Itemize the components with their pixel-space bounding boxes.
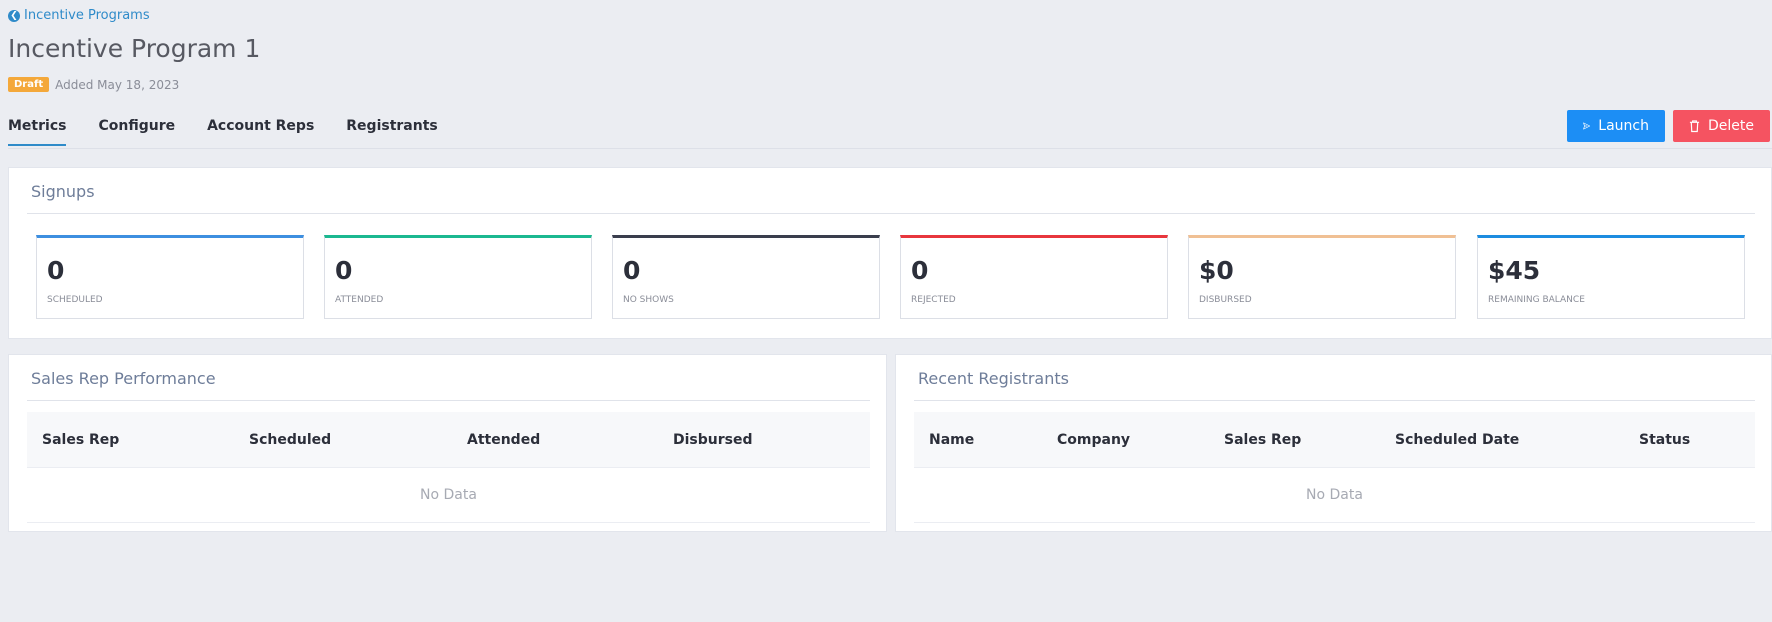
tab-bar: Metrics Configure Account Reps Registran… (8, 118, 438, 146)
added-date: Added May 18, 2023 (55, 77, 180, 92)
signups-panel: Signups 0 SCHEDULED 0 ATTENDED 0 NO SHOW… (8, 167, 1772, 339)
page-title: Incentive Program 1 (8, 34, 261, 63)
panel-divider (27, 213, 1755, 214)
tab-divider (8, 148, 1772, 149)
stat-label: REJECTED (911, 295, 956, 305)
column-header-company[interactable]: Company (1057, 432, 1130, 448)
signups-title: Signups (31, 182, 95, 201)
stat-label: REMAINING BALANCE (1488, 295, 1585, 305)
empty-state: No Data (914, 468, 1755, 523)
table-header: Name Company Sales Rep Scheduled Date St… (914, 412, 1755, 468)
stat-value: 0 (47, 256, 65, 285)
stat-card-attended: 0 ATTENDED (324, 235, 592, 319)
tab-configure[interactable]: Configure (98, 118, 175, 146)
stat-value: $45 (1488, 256, 1541, 285)
recent-registrants-title: Recent Registrants (918, 369, 1069, 388)
stat-card-remaining-balance: $45 REMAINING BALANCE (1477, 235, 1745, 319)
table-header: Sales Rep Scheduled Attended Disbursed (27, 412, 870, 468)
sales-rep-performance-title: Sales Rep Performance (31, 369, 216, 388)
stat-card-no-shows: 0 NO SHOWS (612, 235, 880, 319)
stat-label: DISBURSED (1199, 295, 1252, 305)
column-header-sales-rep[interactable]: Sales Rep (42, 432, 119, 448)
send-icon (1583, 122, 1591, 130)
trash-icon (1689, 120, 1700, 133)
delete-label: Delete (1708, 118, 1754, 134)
panel-divider (27, 400, 870, 401)
meta-row: Draft Added May 18, 2023 (8, 77, 179, 92)
launch-button[interactable]: Launch (1567, 110, 1665, 142)
recent-registrants-panel: Recent Registrants Name Company Sales Re… (895, 354, 1772, 532)
stat-value: 0 (623, 256, 641, 285)
column-header-status[interactable]: Status (1639, 432, 1690, 448)
launch-label: Launch (1598, 118, 1649, 134)
tab-registrants[interactable]: Registrants (346, 118, 437, 146)
column-header-attended[interactable]: Attended (467, 432, 540, 448)
column-header-scheduled[interactable]: Scheduled (249, 432, 331, 448)
stat-label: SCHEDULED (47, 295, 103, 305)
arrow-circle-left-icon: ❮ (8, 9, 20, 22)
stat-label: ATTENDED (335, 295, 384, 305)
stat-card-disbursed: $0 DISBURSED (1188, 235, 1456, 319)
stat-value: 0 (335, 256, 353, 285)
stat-value: 0 (911, 256, 929, 285)
stat-card-scheduled: 0 SCHEDULED (36, 235, 304, 319)
tab-account-reps[interactable]: Account Reps (207, 118, 314, 146)
tab-metrics[interactable]: Metrics (8, 118, 67, 146)
stat-label: NO SHOWS (623, 295, 674, 305)
back-link-incentive-programs[interactable]: ❮ Incentive Programs (8, 8, 150, 23)
delete-button[interactable]: Delete (1673, 110, 1770, 142)
empty-state: No Data (27, 468, 870, 523)
column-header-name[interactable]: Name (929, 432, 974, 448)
stat-card-rejected: 0 REJECTED (900, 235, 1168, 319)
column-header-disbursed[interactable]: Disbursed (673, 432, 753, 448)
column-header-scheduled-date[interactable]: Scheduled Date (1395, 432, 1519, 448)
stat-value: $0 (1199, 256, 1234, 285)
back-link-label: Incentive Programs (24, 8, 150, 23)
status-badge: Draft (8, 77, 50, 92)
sales-rep-performance-panel: Sales Rep Performance Sales Rep Schedule… (8, 354, 887, 532)
panel-divider (914, 400, 1755, 401)
column-header-sales-rep[interactable]: Sales Rep (1224, 432, 1301, 448)
